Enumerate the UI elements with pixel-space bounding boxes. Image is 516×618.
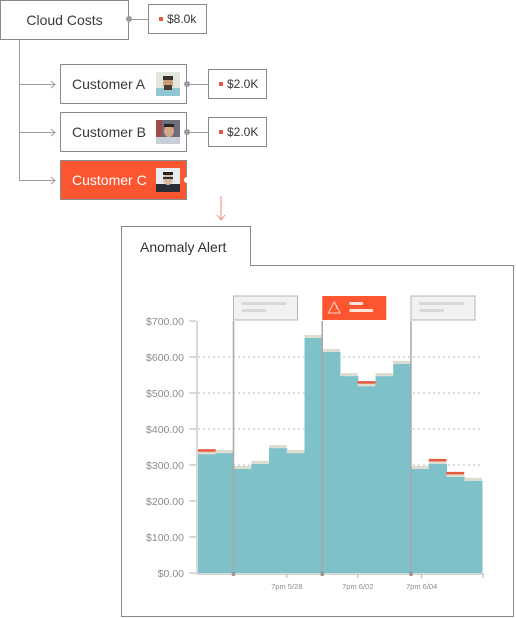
note-flag — [410, 295, 476, 321]
customer-a-label: Customer A — [72, 76, 146, 92]
flag-text-line — [349, 302, 364, 305]
anomaly-marker — [357, 381, 376, 384]
anomaly-alert-title: Anomaly Alert — [140, 239, 227, 255]
bar — [198, 454, 217, 573]
root-connector-dot — [126, 16, 132, 22]
bar-cap — [411, 465, 429, 469]
y-tick-label: $400.00 — [146, 424, 184, 436]
cost-marker-icon — [219, 82, 223, 86]
y-tick-label: $700.00 — [146, 316, 184, 328]
anomaly-marker — [428, 458, 447, 462]
bar — [375, 376, 394, 573]
y-tick-label: $300.00 — [146, 460, 184, 472]
x-axis — [196, 573, 484, 578]
bar-cap — [286, 450, 305, 454]
customer-a-cost-value: $2.0K — [227, 77, 259, 91]
bar-cap — [269, 445, 287, 449]
customer-c-connector-dot — [184, 177, 190, 183]
bar — [304, 337, 323, 573]
customer-a-connector-dot — [184, 81, 190, 87]
x-tick-label: 7pm 5/28 — [271, 582, 302, 591]
bar — [357, 386, 376, 573]
y-tick-label: $0.00 — [158, 568, 184, 580]
flag-text-line — [349, 309, 374, 312]
x-tick-label: 7pm 6/02 — [342, 582, 373, 591]
customer-a-cost-connector — [187, 84, 208, 85]
bar-cap — [322, 348, 340, 352]
y-tick-label: $500.00 — [146, 388, 184, 400]
flag-text-line — [419, 302, 464, 305]
customer-b-label: Customer B — [72, 124, 146, 140]
anomaly-marker — [446, 471, 465, 475]
bar-cap — [393, 360, 411, 364]
bar — [322, 351, 341, 573]
root-cost-badge: $8.0k — [148, 4, 207, 34]
bar — [251, 463, 270, 573]
bar-cap — [251, 460, 269, 464]
flag-text-line — [241, 309, 267, 312]
bar — [215, 453, 234, 573]
bar-cap — [340, 373, 358, 377]
root-cost-value: $8.0k — [167, 12, 197, 26]
customer-b-cost-badge: $2.0K — [208, 117, 267, 147]
note-flag — [233, 295, 298, 321]
y-axis-labels: $0.00 $100.00 $200.00 $300.00 $400.00 $500.00… — [146, 316, 198, 580]
customer-a-cost-badge: $2.0K — [208, 69, 267, 99]
customer-c-node[interactable]: Customer C — [60, 160, 187, 200]
avatar-customer-b — [156, 120, 180, 144]
bars — [198, 334, 483, 573]
arrow-b-icon — [50, 128, 56, 137]
bar-cap — [215, 450, 234, 454]
cloud-costs-label: Cloud Costs — [26, 12, 103, 28]
bar — [286, 453, 305, 573]
customer-b-cost-connector — [187, 132, 208, 133]
cost-marker-icon — [159, 17, 163, 21]
bar-cap — [375, 373, 394, 377]
arrow-c-icon — [50, 176, 56, 185]
customer-b-cost-value: $2.0K — [227, 125, 259, 139]
y-tick-label: $600.00 — [146, 352, 184, 364]
y-tick-label: $200.00 — [146, 496, 184, 508]
customer-a-node[interactable]: Customer A — [60, 64, 187, 104]
cloud-costs-node[interactable]: Cloud Costs — [0, 0, 129, 40]
bar — [340, 376, 359, 573]
bar — [269, 448, 288, 573]
bar — [233, 468, 252, 573]
arrow-a-icon — [50, 80, 56, 89]
bar-cap — [464, 477, 482, 481]
anomaly-marker — [198, 449, 216, 452]
flag-text-line — [419, 309, 444, 312]
bar — [393, 363, 412, 573]
bar — [464, 480, 483, 573]
customer-b-node[interactable]: Customer B — [60, 112, 187, 152]
bar-cap — [233, 465, 252, 469]
customer-b-connector-dot — [184, 129, 190, 135]
bar — [446, 476, 465, 573]
bar-cap — [304, 334, 323, 338]
x-tick-label: 7pm 6/04 — [406, 582, 437, 591]
x-axis-labels: 7pm 5/28 7pm 6/02 7pm 6/04 — [271, 574, 437, 591]
cost-marker-icon — [219, 130, 223, 134]
customer-c-label: Customer C — [72, 172, 147, 188]
y-tick-label: $100.00 — [146, 532, 184, 544]
alert-flag — [322, 296, 387, 320]
bar — [428, 463, 447, 573]
flag-text-line — [241, 302, 287, 305]
anomaly-alert-tab[interactable]: Anomaly Alert — [121, 226, 251, 266]
anomaly-chart: $0.00 $100.00 $200.00 $300.00 $400.00 $500.00… — [146, 295, 484, 591]
bar — [411, 468, 430, 573]
avatar-customer-a — [156, 72, 180, 96]
avatar-customer-c — [156, 168, 180, 192]
